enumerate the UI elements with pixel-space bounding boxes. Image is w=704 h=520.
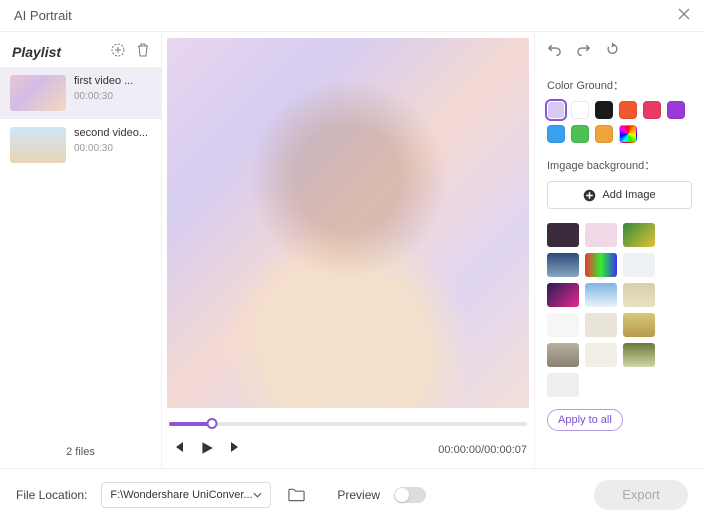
prev-frame-button[interactable] [171, 440, 185, 459]
preview-panel: 00:00:00/00:00:07 [162, 32, 534, 468]
playlist-count: 2 files [0, 436, 161, 468]
background-thumb[interactable] [623, 313, 655, 337]
playlist-heading: Playlist [12, 44, 61, 60]
color-swatches [547, 101, 692, 143]
add-image-button[interactable]: Add Image [547, 181, 692, 209]
preview-canvas [167, 38, 529, 408]
color-swatch[interactable] [571, 125, 589, 143]
background-thumbnails [547, 223, 692, 397]
color-swatch[interactable] [595, 101, 613, 119]
color-swatch[interactable] [619, 101, 637, 119]
preview-label: Preview [337, 488, 380, 502]
bottom-bar: File Location: F:\Wondershare UniConver.… [0, 468, 704, 520]
add-image-label: Add Image [602, 189, 655, 201]
time-readout: 00:00:00/00:00:07 [438, 444, 527, 456]
playlist-item-name: second video... [74, 127, 148, 139]
titlebar: AI Portrait [0, 0, 704, 32]
color-swatch[interactable] [547, 125, 565, 143]
color-swatch[interactable] [667, 101, 685, 119]
playlist-thumb [10, 75, 66, 111]
image-background-label: Imgage background： [547, 157, 692, 173]
playlist-panel: Playlist first video ... 00:00:30 second… [0, 32, 162, 468]
settings-panel: Color Ground： Imgage background： Add Ima… [534, 32, 704, 468]
background-thumb[interactable] [623, 223, 655, 247]
background-thumb[interactable] [585, 313, 617, 337]
undo-icon[interactable] [547, 42, 562, 59]
background-thumb[interactable] [585, 283, 617, 307]
delete-icon[interactable] [136, 42, 150, 61]
background-thumb[interactable] [547, 283, 579, 307]
background-thumb[interactable] [547, 313, 579, 337]
reset-icon[interactable] [605, 42, 620, 59]
playlist-item[interactable]: first video ... 00:00:30 [0, 67, 161, 119]
file-location-select[interactable]: F:\Wondershare UniConver... [101, 482, 271, 508]
background-thumb[interactable] [585, 343, 617, 367]
playlist-thumb [10, 127, 66, 163]
color-swatch[interactable] [571, 101, 589, 119]
playlist-item-duration: 00:00:30 [74, 91, 133, 102]
color-swatch[interactable] [643, 101, 661, 119]
color-swatch[interactable] [619, 125, 637, 143]
redo-icon[interactable] [576, 42, 591, 59]
background-thumb[interactable] [623, 343, 655, 367]
background-thumb[interactable] [547, 253, 579, 277]
background-thumb[interactable] [585, 253, 617, 277]
background-thumb[interactable] [547, 373, 579, 397]
open-folder-button[interactable] [285, 484, 307, 506]
next-frame-button[interactable] [229, 440, 243, 459]
chevron-down-icon [253, 489, 262, 501]
color-swatch[interactable] [547, 101, 565, 119]
timeline-slider[interactable] [169, 418, 527, 430]
preview-toggle[interactable] [394, 487, 426, 503]
export-button[interactable]: Export [594, 480, 688, 510]
background-thumb[interactable] [623, 283, 655, 307]
apply-to-all-button[interactable]: Apply to all [547, 409, 623, 431]
background-thumb[interactable] [623, 253, 655, 277]
color-ground-label: Color Ground： [547, 77, 692, 93]
file-location-path: F:\Wondershare UniConver... [110, 489, 252, 501]
add-media-icon[interactable] [110, 42, 126, 61]
playlist-item-name: first video ... [74, 75, 133, 87]
playlist-item[interactable]: second video... 00:00:30 [0, 119, 161, 171]
background-thumb[interactable] [547, 343, 579, 367]
background-thumb[interactable] [547, 223, 579, 247]
playlist-item-duration: 00:00:30 [74, 143, 148, 154]
play-button[interactable] [199, 440, 215, 459]
file-location-label: File Location: [16, 488, 87, 502]
app-title: AI Portrait [14, 8, 72, 23]
background-thumb[interactable] [585, 223, 617, 247]
close-icon[interactable] [678, 7, 690, 24]
color-swatch[interactable] [595, 125, 613, 143]
